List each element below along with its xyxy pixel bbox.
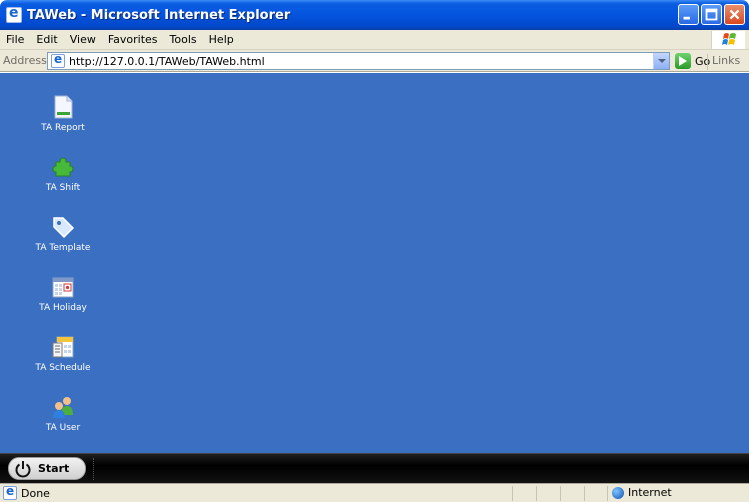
status-divider — [607, 486, 608, 501]
go-arrow-icon — [675, 53, 691, 69]
menu-tools[interactable]: Tools — [164, 33, 203, 46]
desktop-area: TA Report TA Shift TA Template TA Holida… — [0, 73, 749, 453]
power-icon — [13, 459, 33, 479]
window-title: TAWeb - Microsoft Internet Explorer — [27, 7, 291, 23]
close-icon — [729, 9, 740, 20]
zone-text: Internet — [628, 486, 672, 499]
desktop-icon-ta-holiday[interactable]: TA Holiday — [23, 275, 103, 313]
schedule-icon — [51, 335, 75, 359]
desktop-icon-label: TA Template — [35, 243, 91, 253]
title-bar[interactable]: TAWeb - Microsoft Internet Explorer — [0, 0, 749, 30]
go-button[interactable]: Go — [675, 52, 710, 70]
close-button[interactable] — [724, 4, 745, 25]
desktop-icon-ta-report[interactable]: TA Report — [23, 95, 103, 133]
windows-logo-icon — [711, 31, 745, 49]
status-bar: Done Internet — [0, 483, 749, 502]
desktop-icon-ta-user[interactable]: TA User — [23, 395, 103, 433]
minimize-icon — [683, 16, 690, 20]
address-input[interactable] — [69, 53, 629, 69]
page-icon — [51, 52, 65, 68]
desktop-icon-ta-template[interactable]: TA Template — [23, 215, 103, 253]
menu-edit[interactable]: Edit — [30, 33, 63, 46]
window-controls — [678, 4, 745, 25]
maximize-icon — [705, 8, 718, 21]
puzzle-icon — [51, 155, 75, 179]
address-dropdown-button[interactable] — [653, 53, 669, 69]
desktop-icon-ta-shift[interactable]: TA Shift — [23, 155, 103, 193]
desktop-icon-label: TA Report — [41, 123, 85, 133]
page-status-icon — [3, 484, 17, 500]
document-icon — [51, 95, 75, 119]
status-divider — [536, 486, 537, 501]
calendar-icon — [51, 275, 75, 299]
taskbar-grip[interactable] — [93, 458, 96, 480]
menu-file[interactable]: File — [0, 33, 30, 46]
taskbar: Start — [0, 453, 749, 483]
ie-icon — [6, 5, 22, 23]
status-divider — [584, 486, 585, 501]
menu-help[interactable]: Help — [203, 33, 240, 46]
menu-view[interactable]: View — [64, 33, 102, 46]
address-label: Address — [3, 54, 47, 67]
desktop-icon-label: TA Holiday — [39, 303, 87, 313]
menu-favorites[interactable]: Favorites — [102, 33, 164, 46]
desktop-icon-label: TA Shift — [45, 183, 81, 193]
start-label: Start — [38, 462, 70, 475]
users-icon — [51, 395, 75, 419]
desktop-icon-label: TA User — [45, 423, 81, 433]
maximize-button[interactable] — [701, 4, 722, 25]
globe-icon — [612, 486, 624, 499]
status-divider — [560, 486, 561, 501]
address-bar: Address Go Links — [0, 50, 749, 72]
status-text: Done — [21, 486, 50, 500]
start-button[interactable]: Start — [8, 457, 86, 480]
desktop-icon-ta-schedule[interactable]: TA Schedule — [23, 335, 103, 373]
links-button[interactable]: Links — [707, 54, 740, 70]
minimize-button[interactable] — [678, 4, 699, 25]
status-divider — [512, 486, 513, 501]
security-zone: Internet — [612, 486, 672, 499]
desktop-icon-label: TA Schedule — [35, 363, 91, 373]
address-field[interactable] — [47, 52, 670, 70]
tag-icon — [51, 215, 75, 239]
menu-bar: File Edit View Favorites Tools Help — [0, 30, 749, 50]
